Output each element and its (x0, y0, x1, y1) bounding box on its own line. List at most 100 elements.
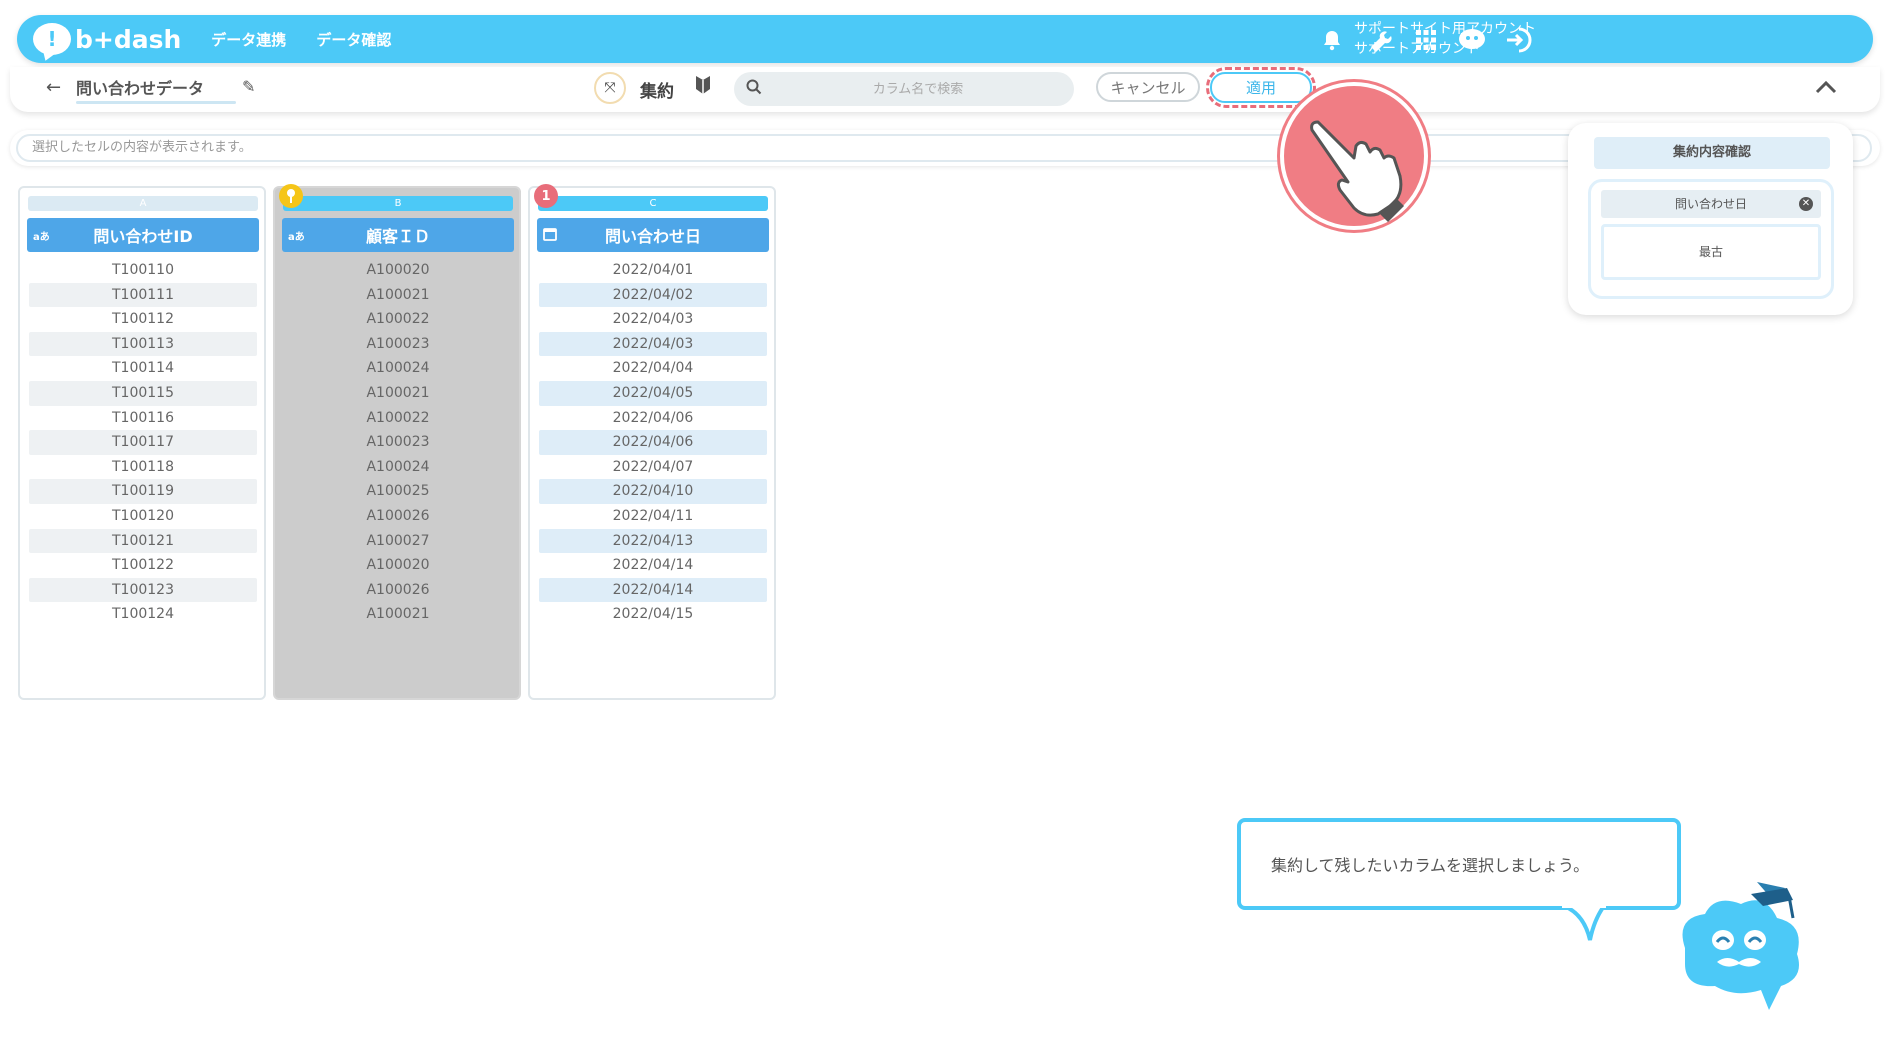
logout-icon[interactable] (1504, 25, 1534, 55)
column-search (734, 72, 1074, 106)
table-cell[interactable]: T100110 (29, 258, 257, 283)
bdash-logo[interactable]: ! b+dash (33, 23, 181, 55)
search-icon (746, 79, 762, 99)
mascot-character (1665, 878, 1815, 1032)
close-icon[interactable]: ✕ (1799, 197, 1813, 211)
table-cell[interactable]: 2022/04/03 (539, 331, 767, 357)
aggregate-order-badge: 1 (534, 184, 558, 208)
key-icon (279, 184, 303, 208)
table-cell[interactable]: A100023 (284, 430, 512, 455)
table-cell[interactable]: 2022/04/02 (539, 282, 767, 308)
table-cell[interactable]: 2022/04/11 (539, 504, 767, 529)
tutorial-pointer-circle (1280, 82, 1428, 230)
aggregation-field: 問い合わせ日 ✕ (1601, 190, 1821, 218)
column-rows: T100110 T100111 T100112 T100113 T100114 … (29, 258, 257, 627)
table-cell[interactable]: A100024 (284, 455, 512, 480)
aggregate-label: 集約 (640, 82, 674, 102)
tutorial-hint-text: 集約して残したいカラムを選択しましょう。 (1271, 856, 1590, 875)
column-a[interactable]: A aあ 問い合わせID T100110 T100111 T100112 T10… (18, 186, 266, 700)
column-b[interactable]: B aあ 顧客ＩＤ A100020 A100021 A100022 A10002… (273, 184, 521, 700)
table-cell[interactable]: T100120 (29, 504, 257, 529)
column-header[interactable]: aあ 顧客ＩＤ (282, 218, 514, 252)
table-cell[interactable]: A100026 (284, 578, 512, 603)
nav-data-integration[interactable]: データ連携 (211, 29, 286, 50)
column-letter: B (283, 196, 513, 211)
beginner-mark-icon[interactable] (695, 75, 711, 100)
pointing-hand-icon (1310, 120, 1404, 222)
text-type-icon: aあ (33, 231, 50, 243)
table-cell[interactable]: A100025 (284, 479, 512, 504)
table-cell[interactable]: A100024 (284, 356, 512, 381)
tutorial-speech-bubble: 集約して残したいカラムを選択しましょう。 (1237, 818, 1681, 910)
logo-text: b+dash (75, 24, 182, 54)
top-navigation-bar: ! b+dash データ連携 データ確認 サポートサイト用アカウント サポートア… (17, 15, 1873, 63)
aggregate-icon[interactable]: ⤧ (594, 72, 626, 104)
table-cell[interactable]: 2022/04/10 (539, 479, 767, 504)
table-cell[interactable]: 2022/04/15 (539, 602, 767, 627)
table-cell[interactable]: A100023 (284, 332, 512, 357)
table-cell[interactable]: 2022/04/03 (539, 307, 767, 332)
mascot-brain-icon (1682, 882, 1799, 1010)
table-cell[interactable]: A100020 (284, 553, 512, 578)
table-cell[interactable]: T100115 (29, 380, 257, 406)
column-name: 顧客ＩＤ (365, 227, 430, 246)
table-cell[interactable]: 2022/04/04 (539, 356, 767, 381)
column-rows: 2022/04/01 2022/04/02 2022/04/03 2022/04… (539, 258, 767, 627)
table-cell[interactable]: A100021 (284, 381, 512, 406)
table-cell[interactable]: 2022/04/01 (539, 258, 767, 283)
table-cell[interactable]: T100122 (29, 553, 257, 578)
table-cell[interactable]: 2022/04/07 (539, 455, 767, 480)
text-type-icon: aあ (288, 231, 305, 243)
table-cell[interactable]: T100113 (29, 331, 257, 357)
edit-pencil-icon[interactable]: ✎ (242, 77, 255, 96)
aggregation-method[interactable]: 最古 (1601, 224, 1821, 280)
table-cell[interactable]: T100121 (29, 528, 257, 554)
column-header[interactable]: aあ 問い合わせID (27, 218, 259, 252)
table-cell[interactable]: T100116 (29, 406, 257, 431)
chevron-up-icon[interactable] (1815, 75, 1837, 100)
calendar-icon (543, 227, 557, 244)
speech-bubble-tail (1562, 906, 1606, 941)
column-c[interactable]: C 1 問い合わせ日 2022/04/01 2022/04/02 2022/04… (528, 184, 776, 700)
table-cell[interactable]: 2022/04/06 (539, 406, 767, 431)
column-header[interactable]: 問い合わせ日 (537, 218, 769, 252)
table-cell[interactable]: T100117 (29, 430, 257, 455)
back-arrow-icon[interactable]: ← (46, 77, 61, 98)
table-cell[interactable]: 2022/04/14 (539, 553, 767, 578)
table-cell[interactable]: A100021 (284, 283, 512, 308)
page-toolbar: ← 問い合わせデータ ✎ ⤧ 集約 キャンセル 適用 (10, 67, 1880, 112)
table-cell[interactable]: T100123 (29, 577, 257, 603)
table-cell[interactable]: T100112 (29, 307, 257, 332)
aggregation-card: 問い合わせ日 ✕ 最古 (1588, 179, 1834, 299)
table-cell[interactable]: T100124 (29, 602, 257, 627)
table-cell[interactable]: T100111 (29, 282, 257, 308)
bell-icon[interactable] (1317, 25, 1347, 55)
panel-title: 集約内容確認 (1594, 137, 1830, 169)
page-title-wrap: 問い合わせデータ (76, 75, 236, 104)
table-cell[interactable]: A100022 (284, 406, 512, 431)
table-cell[interactable]: A100027 (284, 529, 512, 554)
table-cell[interactable]: 2022/04/06 (539, 430, 767, 455)
table-cell[interactable]: T100119 (29, 479, 257, 504)
title-underline (76, 101, 236, 104)
table-cell[interactable]: T100114 (29, 356, 257, 381)
table-cell[interactable]: A100020 (284, 258, 512, 283)
column-search-input[interactable] (762, 81, 1074, 97)
table-cell[interactable]: 2022/04/05 (539, 380, 767, 406)
table-cell[interactable]: A100026 (284, 504, 512, 529)
table-cell[interactable]: A100022 (284, 307, 512, 332)
aggregation-confirm-panel: 集約内容確認 問い合わせ日 ✕ 最古 (1568, 123, 1853, 315)
table-cell[interactable]: 2022/04/13 (539, 528, 767, 554)
column-letter: C (538, 196, 768, 211)
nav-data-check[interactable]: データ確認 (316, 29, 391, 50)
mascot-help-icon[interactable] (1457, 25, 1487, 55)
apps-grid-icon[interactable] (1411, 25, 1441, 55)
aggregation-field-label: 問い合わせ日 (1674, 197, 1747, 211)
wrench-icon[interactable] (1365, 25, 1395, 55)
cancel-button[interactable]: キャンセル (1096, 72, 1200, 102)
table-cell[interactable]: A100021 (284, 602, 512, 627)
table-cell[interactable]: 2022/04/14 (539, 577, 767, 603)
table-cell[interactable]: T100118 (29, 455, 257, 480)
page-title[interactable]: 問い合わせデータ (76, 75, 204, 99)
column-rows: A100020 A100021 A100022 A100023 A100024 … (284, 258, 512, 627)
